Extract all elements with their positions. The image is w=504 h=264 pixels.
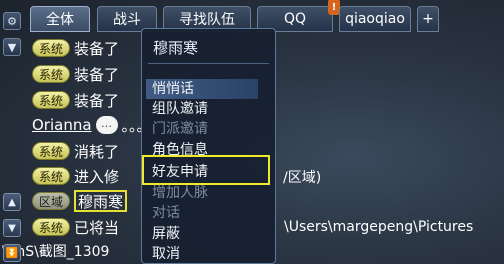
chevron-up-icon[interactable]: ▲: [3, 193, 21, 211]
system-tag[interactable]: 系统: [32, 218, 71, 236]
file-path-text: \Users\margepeng\Pictures: [284, 219, 474, 235]
region-tag[interactable]: 区域: [32, 192, 71, 210]
chat-text: 装备了: [74, 91, 120, 110]
filter-icon[interactable]: ▼: [3, 38, 21, 56]
chat-line: 区域 穆雨寒: [32, 190, 129, 212]
tab-find-party-label: 寻找队伍: [179, 12, 235, 28]
menu-item-cancel[interactable]: 取消: [146, 244, 258, 264]
chevron-down-icon[interactable]: ▼: [3, 219, 21, 237]
add-tab-button[interactable]: +: [417, 6, 439, 32]
tab-all[interactable]: 全体: [30, 6, 90, 32]
player-name-link[interactable]: Orianna: [32, 116, 92, 134]
menu-item-character-info[interactable]: 角色信息: [146, 140, 258, 160]
player-context-menu: 穆雨寒 悄悄话 组队邀请 门派邀请 角色信息 好友申请 增加人脉 对话 屏蔽 取…: [141, 28, 276, 264]
menu-item-party-invite[interactable]: 组队邀请: [146, 99, 258, 119]
chat-line: Orianna … 。。。: [32, 114, 152, 136]
tab-all-label: 全体: [46, 12, 74, 28]
menu-divider: [148, 63, 269, 64]
chat-line: 系统 装备了: [32, 63, 119, 85]
menu-item-dialogue: 对话: [152, 205, 180, 221]
chat-line: 系统 装备了: [32, 37, 119, 59]
menu-item-block[interactable]: 屏蔽: [146, 224, 258, 244]
player-name-text: 穆雨寒: [78, 192, 124, 211]
tab-qiaoqiao[interactable]: qiaoqiao: [339, 6, 411, 32]
gear-icon[interactable]: ⚙: [3, 12, 21, 30]
player-name-link[interactable]: 穆雨寒: [74, 190, 128, 212]
chat-text: 消耗了: [74, 142, 120, 161]
chat-line: 系统 进入修: [32, 165, 119, 187]
chat-text: 装备了: [74, 39, 120, 58]
tab-qq-label: QQ: [283, 11, 307, 27]
tab-combat-label: 战斗: [113, 12, 141, 28]
speech-bubble-icon: …: [95, 116, 118, 134]
system-tag[interactable]: 系统: [32, 142, 71, 160]
menu-item-whisper[interactable]: 悄悄话: [146, 79, 258, 99]
add-tab-label: +: [422, 11, 434, 27]
chat-line: 系统 装备了: [32, 89, 119, 111]
system-tag[interactable]: 系统: [32, 39, 71, 57]
system-tag[interactable]: 系统: [32, 65, 71, 83]
menu-item-add-contact: 增加人脉: [152, 185, 208, 201]
tab-qiaoqiao-label: qiaoqiao: [345, 11, 405, 27]
chat-text: 装备了: [74, 65, 120, 84]
menu-title: 穆雨寒: [153, 39, 199, 57]
system-tag[interactable]: 系统: [32, 91, 71, 109]
chat-text: 进入修: [74, 167, 120, 186]
scroll-bottom-icon[interactable]: ⏬: [3, 244, 21, 262]
chat-line: 系统 已将当: [32, 216, 119, 238]
chat-line: 系统 消耗了: [32, 140, 119, 162]
system-tag[interactable]: 系统: [32, 167, 71, 185]
menu-item-clan-invite: 门派邀请: [152, 121, 208, 137]
chat-text-continued: /区域): [283, 170, 322, 186]
menu-item-friend-request[interactable]: 好友申请: [146, 162, 258, 182]
chat-text: 已将当: [74, 218, 120, 237]
